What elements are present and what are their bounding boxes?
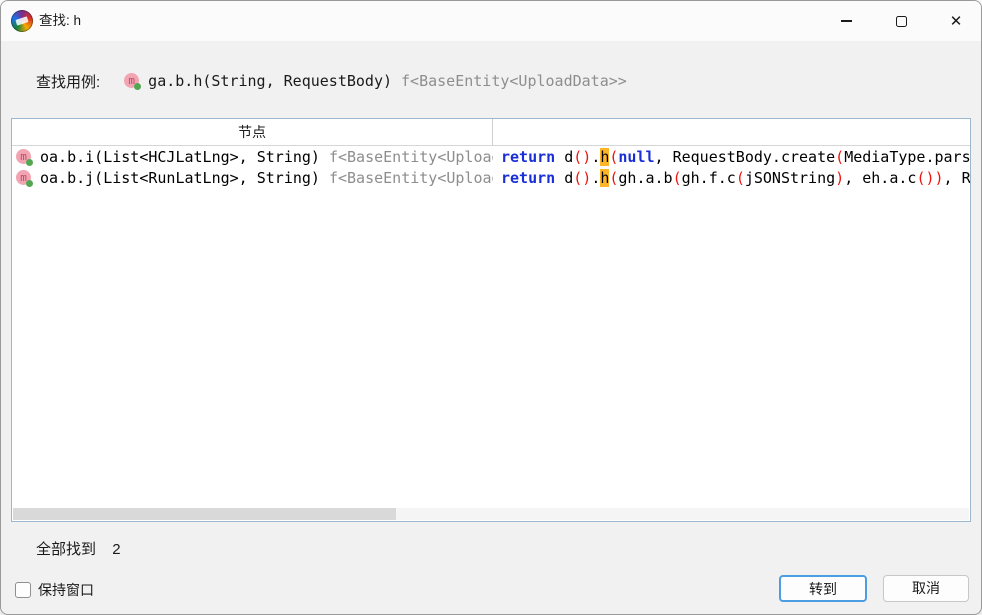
- row-return-type: f<BaseEntity<Upload: [329, 147, 493, 168]
- row-node-cell: m oa.b.j(List<RunLatLng>, String) f<Base…: [12, 168, 493, 189]
- find-dialog-window: 查找: h ✕ 查找用例: m ga.b.h(String, RequestBo…: [0, 0, 982, 615]
- found-count: 2: [112, 541, 120, 558]
- row-node-cell: m oa.b.i(List<HCJLatLng>, String) f<Base…: [12, 147, 493, 168]
- jadx-app-icon: [11, 10, 33, 32]
- keep-window-option[interactable]: 保持窗口: [15, 580, 94, 600]
- minimize-icon: [841, 20, 852, 21]
- close-icon: ✕: [950, 14, 963, 29]
- row-method-signature: oa.b.j(List<RunLatLng>, String): [40, 168, 320, 189]
- table-row[interactable]: m oa.b.j(List<RunLatLng>, String) f<Base…: [12, 168, 970, 189]
- row-code-cell: return d().h(gh.a.b(gh.f.c(jSONString), …: [493, 168, 970, 189]
- horizontal-scrollbar-thumb[interactable]: [13, 508, 396, 520]
- table-header: 节点: [12, 119, 970, 146]
- window-title: 查找: h: [39, 1, 81, 41]
- goto-button[interactable]: 转到: [779, 575, 867, 602]
- row-code-cell: return d().h(null, RequestBody.create(Me…: [493, 147, 970, 168]
- results-table: 节点 m oa.b.i(List<HCJLatLng>, String) f<B…: [11, 118, 971, 522]
- maximize-icon: [896, 16, 907, 27]
- minimize-button[interactable]: [824, 1, 868, 41]
- public-access-dot-icon: [26, 159, 33, 166]
- public-access-dot-icon: [26, 180, 33, 187]
- status-row: 全部找到 2: [36, 538, 121, 559]
- public-access-dot-icon: [134, 83, 141, 90]
- method-icon: m: [16, 149, 33, 166]
- search-usage-row: 查找用例: m ga.b.h(String, RequestBody) f<Ba…: [36, 69, 627, 93]
- method-icon: m: [124, 73, 141, 90]
- found-all-label: 全部找到: [36, 541, 96, 558]
- table-rows: m oa.b.i(List<HCJLatLng>, String) f<Base…: [12, 147, 970, 508]
- table-row[interactable]: m oa.b.i(List<HCJLatLng>, String) f<Base…: [12, 147, 970, 168]
- search-usage-label: 查找用例:: [36, 71, 100, 92]
- cancel-button[interactable]: 取消: [883, 575, 969, 602]
- row-return-type: f<BaseEntity<Upload: [329, 168, 493, 189]
- method-icon: m: [16, 170, 33, 187]
- maximize-button[interactable]: [879, 1, 923, 41]
- query-method-signature: ga.b.h(String, RequestBody): [148, 72, 392, 90]
- close-button[interactable]: ✕: [934, 1, 978, 41]
- column-header-node[interactable]: 节点: [12, 119, 493, 145]
- query-return-type: f<BaseEntity<UploadData>>: [401, 72, 627, 90]
- keep-window-label: 保持窗口: [38, 580, 94, 600]
- row-method-signature: oa.b.i(List<HCJLatLng>, String): [40, 147, 320, 168]
- keep-window-checkbox[interactable]: [15, 582, 31, 598]
- horizontal-scrollbar[interactable]: [13, 508, 969, 520]
- title-bar: 查找: h ✕: [1, 1, 981, 41]
- column-header-code[interactable]: [493, 119, 970, 145]
